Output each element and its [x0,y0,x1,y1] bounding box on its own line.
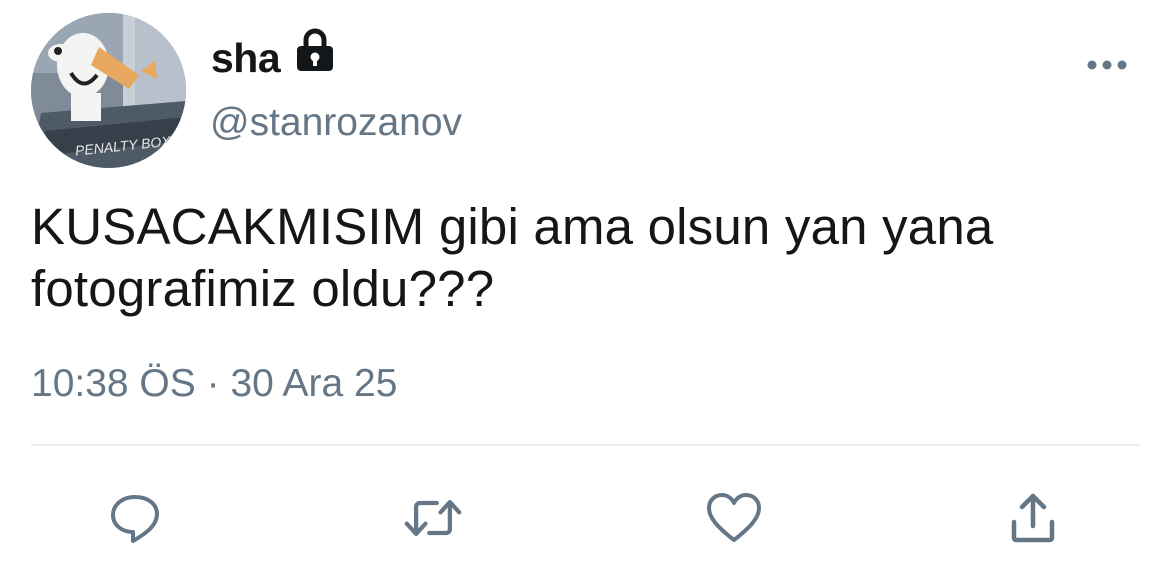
tweet-date[interactable]: 30 Ara 25 [230,362,397,405]
tweet-text: KUSACAKMISIM gibi ama olsun yan yana fot… [31,198,994,317]
retweet-button[interactable] [403,488,463,548]
more-icon[interactable] [1085,55,1129,75]
avatar-image: PENALTY BOX [31,13,186,168]
heart-icon [707,493,761,542]
display-name[interactable]: sha [211,34,281,82]
avatar[interactable]: PENALTY BOX [31,13,186,168]
retweet-icon [404,499,462,537]
tweet-meta: 10:38 ÖS · 30 Ara 25 [31,360,397,408]
like-button[interactable] [704,488,764,548]
divider [31,444,1140,446]
tweet-time[interactable]: 10:38 ÖS [31,362,196,405]
share-button[interactable] [1003,488,1063,548]
lock-icon [297,28,333,71]
user-handle[interactable]: @stanrozanov [210,100,462,146]
share-icon [1011,493,1055,543]
meta-separator: · [206,362,220,405]
reply-button[interactable] [105,488,165,548]
reply-icon [111,495,159,543]
